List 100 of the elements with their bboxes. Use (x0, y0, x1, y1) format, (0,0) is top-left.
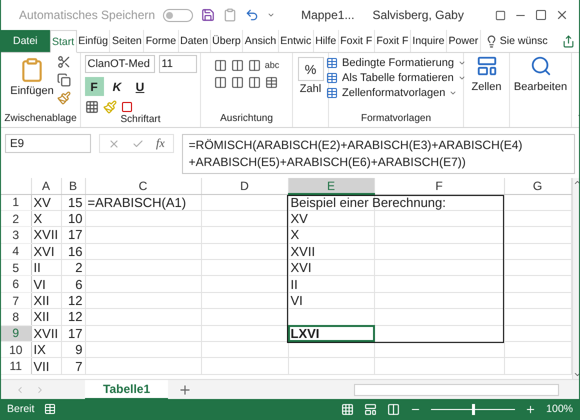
column-header[interactable]: G (504, 178, 571, 194)
column-header[interactable]: D (201, 178, 288, 194)
row-header[interactable]: 11 (1, 358, 31, 374)
cells-button[interactable]: Zellen (472, 79, 502, 93)
insert-function-button[interactable]: fx (156, 136, 165, 151)
tell-me-field[interactable]: Sie wünsc (498, 30, 550, 52)
row-header[interactable]: 7 (1, 292, 31, 309)
cell-text: XII (34, 309, 50, 325)
row-header[interactable]: 9 (1, 325, 31, 342)
user-name: Salvisberg, Gaby (372, 8, 464, 22)
cell-text: XVII (34, 326, 58, 342)
table-style-icon[interactable] (326, 87, 338, 99)
row-header[interactable]: 1 (1, 194, 31, 210)
autosave-toggle[interactable] (163, 8, 194, 22)
cell-text: VI (34, 276, 46, 292)
ribbon-tab[interactable]: Einfüg (76, 30, 110, 52)
zoom-in-icon[interactable] (525, 404, 536, 414)
font-name-field[interactable]: ClanOT-Med (84, 55, 154, 73)
editing-button[interactable]: Bearbeiten (514, 79, 568, 93)
row-header[interactable]: 6 (1, 276, 31, 292)
italic-button[interactable]: K (108, 77, 126, 96)
ribbon-tab[interactable]: Start (50, 30, 77, 53)
scroll-down-icon[interactable] (572, 370, 579, 379)
sheet-tab[interactable]: Tabelle1 (85, 380, 168, 400)
cell-text: 9 (75, 342, 82, 358)
cell-text: Beispiel einer Berechnung: (290, 195, 446, 210)
undo-icon[interactable] (245, 8, 260, 22)
cell-text: 2 (75, 260, 82, 276)
ribbon-tab[interactable]: Power (447, 30, 481, 52)
copy-icon[interactable] (56, 73, 71, 87)
bold-button[interactable]: F (84, 77, 104, 96)
group-label: Zwischenablage (4, 113, 77, 126)
cell-text: XII (34, 292, 50, 308)
cell-text: XV (290, 210, 308, 226)
merge-icon[interactable] (264, 76, 278, 89)
column-header[interactable]: E (288, 178, 374, 194)
file-tab[interactable]: Datei (1, 30, 50, 52)
cell-text: II (290, 276, 298, 292)
zoom-slider-thumb[interactable] (472, 404, 476, 414)
ribbon-tab[interactable]: Foxit F (374, 30, 411, 52)
add-sheet-icon[interactable] (178, 382, 192, 396)
cell-text: IX (34, 342, 46, 358)
row-header[interactable]: 4 (1, 243, 31, 260)
styles-menu-item[interactable]: Als Tabelle formatieren (342, 72, 454, 84)
column-header[interactable]: C (85, 178, 201, 194)
row-header[interactable]: 2 (1, 210, 31, 227)
border-icon[interactable] (84, 100, 98, 114)
row-header[interactable]: 8 (1, 308, 31, 326)
zoom-level: 100% (546, 403, 573, 415)
column-header[interactable]: A (31, 178, 61, 194)
caret-icon[interactable] (267, 11, 276, 19)
font-size-field[interactable]: 11 (158, 55, 196, 73)
ribbon-tab[interactable]: Überp (210, 30, 244, 52)
cells-icon[interactable] (476, 55, 498, 77)
row-header[interactable]: 5 (1, 260, 31, 276)
styles-menu-item[interactable]: Zellenformatvorlagen (342, 87, 446, 99)
cell-text: X (290, 227, 300, 243)
group-label: Formatvorlagen (360, 113, 432, 126)
row-header[interactable]: 10 (1, 342, 31, 358)
normal-view-icon[interactable] (341, 402, 354, 416)
column-header[interactable]: F (374, 178, 504, 194)
ribbon-tab[interactable]: Inquire (410, 30, 448, 52)
horizontal-scrollbar[interactable] (354, 384, 559, 396)
table-style-icon[interactable] (326, 57, 338, 69)
maximize-icon[interactable] (535, 9, 547, 21)
cell-text: 12 (68, 292, 82, 308)
ribbon-tab[interactable]: Foxit F (338, 30, 375, 52)
wrap-text-button[interactable]: abc (264, 61, 280, 70)
ribbon-tab[interactable]: Hilfe (314, 30, 339, 52)
column-header[interactable]: B (61, 178, 85, 194)
scroll-up-icon[interactable] (572, 178, 579, 187)
ribbon-tab[interactable]: Ansich (243, 30, 279, 52)
status-text: Bereit (7, 403, 34, 415)
cell-text: XVI (290, 260, 312, 276)
search-icon[interactable] (530, 55, 552, 77)
cell-text: 16 (68, 244, 82, 260)
group-label: Ausrichtung (219, 113, 274, 126)
ribbon-tab[interactable]: Daten (178, 30, 211, 52)
ribbon-tab[interactable]: Entwic (278, 30, 314, 52)
share-icon[interactable] (562, 34, 575, 48)
cell-text: XV (34, 194, 51, 210)
cell-text: II (34, 260, 41, 276)
formula-field[interactable]: =RÖMISCH(ARABISCH(E2)+ARABISCH(E3)+ARABISCH(E4) +ARABISCH(E5)+ARABISCH(E6)+ARABISCH(E7)) (182, 134, 575, 174)
close-icon[interactable] (555, 8, 569, 22)
scissors-icon[interactable] (56, 55, 71, 69)
zoom-slider[interactable] (431, 404, 516, 414)
name-box[interactable]: E9 (5, 134, 91, 153)
underline-button[interactable]: U (130, 77, 150, 96)
clipboard-icon[interactable] (223, 8, 238, 22)
number-button[interactable]: % Zahl (298, 55, 324, 127)
styles-menu-item[interactable]: Bedingte Formatierung (342, 57, 454, 69)
page-layout-icon[interactable] (364, 402, 378, 416)
row-header[interactable]: 3 (1, 226, 31, 244)
cell-text: VII (34, 358, 50, 374)
save-icon[interactable] (201, 8, 216, 22)
autosave-label: Automatisches Speichern (19, 8, 156, 22)
ribbon-tab[interactable]: Seiten (110, 30, 144, 52)
ribbon-tab[interactable]: Forme (144, 30, 179, 52)
table-style-icon[interactable] (326, 72, 338, 84)
paste-button[interactable]: Einfügen (10, 55, 54, 113)
